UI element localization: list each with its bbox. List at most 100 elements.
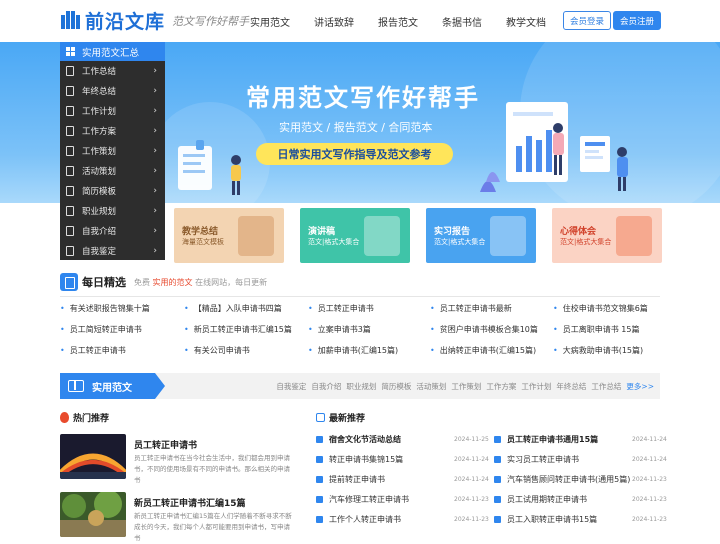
slogan: 范文写作好帮手 [172, 15, 249, 28]
list-item[interactable]: 员工简短转正申请书 [60, 324, 142, 335]
nav-item[interactable]: 讲话致辞 [314, 14, 354, 29]
new-icon [316, 413, 325, 422]
logo-bars-icon [60, 9, 82, 31]
date: 2024-11-23 [454, 496, 489, 503]
list-item[interactable]: 新员工转正申请书汇编15篇 [184, 324, 292, 335]
more-link[interactable]: 更多>> [626, 381, 654, 392]
banner-pill: 日常实用文写作指导及范文参考 [256, 143, 453, 165]
list-item[interactable]: 出纳转正申请书(汇编15篇) [430, 345, 536, 356]
document-icon [66, 246, 74, 256]
banner-title: 常用范文写作好帮手 [246, 84, 480, 112]
list-item[interactable]: 转正申请书集锦15篇 [316, 453, 403, 465]
list-item[interactable]: 员工试用期转正申请书 [494, 493, 587, 505]
main-nav: 实用范文 讲话致辞 报告范文 条据书信 教学文档 [250, 14, 570, 29]
list-item[interactable]: 大病救助申请书(15篇) [553, 345, 643, 356]
nav-item[interactable]: 教学文档 [506, 14, 546, 29]
section-tab[interactable]: 实用范文 [60, 373, 165, 399]
section-link[interactable]: 简历模板 [381, 381, 411, 392]
login-button[interactable]: 会员登录 [563, 11, 611, 30]
sidebar-item-label: 工作计划 [82, 107, 117, 117]
section-link[interactable]: 工作计划 [521, 381, 551, 392]
card-internship-report[interactable]: 实习报告 范文|格式大集合 [426, 208, 536, 263]
list-item[interactable]: 员工离职申请书 15篇 [553, 324, 640, 335]
section-link[interactable]: 职业规划 [346, 381, 376, 392]
register-button[interactable]: 会员注册 [613, 11, 661, 30]
chevron-right-icon: › [153, 146, 157, 156]
book-icon [68, 380, 84, 392]
sidebar-item[interactable]: 职业规划 › [60, 201, 165, 221]
word-icon [316, 455, 323, 463]
list-item[interactable]: 【精品】入队申请书四篇 [184, 303, 282, 314]
card-speech[interactable]: 演讲稿 范文|格式大集合 [300, 208, 410, 263]
list-item[interactable]: 员工转正申请书通用15篇 [494, 433, 598, 445]
thumbnail-image [60, 434, 126, 479]
card-title: 实习报告 [434, 227, 471, 237]
section-link[interactable]: 工作方案 [486, 381, 516, 392]
banner-subtitle: 实用范文 / 报告范文 / 合同范本 [279, 121, 433, 134]
sidebar-item[interactable]: 简历模板 › [60, 181, 165, 201]
top-header: 前沿文库 范文写作好帮手 实用范文 讲话致辞 报告范文 条据书信 教学文档 会员… [0, 0, 720, 42]
list-item[interactable]: 员工转正申请书 [60, 345, 126, 356]
section-link[interactable]: 年终总结 [556, 381, 586, 392]
date: 2024-11-23 [632, 516, 667, 523]
sidebar-item[interactable]: 工作策划 › [60, 141, 165, 161]
document-icon [66, 146, 74, 156]
list-item[interactable]: 员工转正申请书最新 [430, 303, 512, 314]
section-bar: 实用范文 自我鉴定 自我介绍 职业规划 简历模板 活动策划 工作策划 工作方案 … [60, 373, 660, 399]
hot-item[interactable]: 新员工转正申请书汇编15篇 新员工转正申请书汇编15篇在人们学随着不断寻求不断成… [60, 492, 300, 542]
sidebar-item[interactable]: 工作总结 › [60, 61, 165, 81]
chevron-right-icon: › [153, 126, 157, 136]
card-teaching-summary[interactable]: 教学总结 海量范文模板 [174, 208, 284, 263]
word-icon [494, 515, 501, 523]
date: 2024-11-24 [632, 436, 667, 443]
card-reflections[interactable]: 心得体会 范文|格式大集合 [552, 208, 662, 263]
category-sidebar: 实用范文汇总 工作总结 › 年终总结 › 工作计划 › 工作方案 › 工作策划 › 活动策… [60, 42, 165, 260]
daily-picks-header: 每日精选 免费 实用的范文 在线网站，每日更新 [60, 273, 267, 291]
fire-icon [60, 412, 69, 423]
notebook-icon [60, 273, 78, 291]
word-icon [316, 515, 323, 523]
list-item[interactable]: 提前转正申请书 [316, 473, 385, 485]
list-item[interactable]: 贫困户申请书模板合集10篇 [430, 324, 538, 335]
list-item[interactable]: 汽车销售顾问转正申请书(通用5篇) [494, 473, 630, 485]
sidebar-item[interactable]: 自我鉴定 › [60, 241, 165, 261]
microphone-icon [364, 216, 400, 256]
sidebar-item-label: 工作方案 [82, 127, 117, 137]
section-link[interactable]: 活动策划 [416, 381, 446, 392]
document-icon [66, 186, 74, 196]
list-item[interactable]: 实习员工转正申请书 [494, 453, 579, 465]
section-link[interactable]: 自我鉴定 [276, 381, 306, 392]
section-link[interactable]: 工作总结 [591, 381, 621, 392]
list-item[interactable]: 宿舍文化节活动总结 [316, 433, 401, 445]
sidebar-item[interactable]: 活动策划 › [60, 161, 165, 181]
chevron-right-icon: › [153, 226, 157, 236]
nav-item[interactable]: 报告范文 [378, 14, 418, 29]
list-item[interactable]: 员工转正申请书 [308, 303, 374, 314]
site-logo[interactable]: 前沿文库 [60, 7, 165, 33]
sidebar-item-label: 活动策划 [82, 167, 117, 177]
list-item[interactable]: 员工入职转正申请书15篇 [494, 513, 597, 525]
nav-item[interactable]: 实用范文 [250, 14, 290, 29]
list-item[interactable]: 汽车修理工转正申请书 [316, 493, 409, 505]
sidebar-item[interactable]: 工作方案 › [60, 121, 165, 141]
hot-item[interactable]: 员工转正申请书 员工转正申请书在当今社会生活中，我们都会用到申请书，不同的使用场… [60, 434, 300, 484]
sidebar-item[interactable]: 自我介绍 › [60, 221, 165, 241]
section-links: 自我鉴定 自我介绍 职业规划 简历模板 活动策划 工作策划 工作方案 工作计划 … [271, 381, 654, 392]
list-item[interactable]: 有关公司申请书 [184, 345, 250, 356]
list-item[interactable]: 住校申请书范文锦集6篇 [553, 303, 648, 314]
section-link[interactable]: 工作策划 [451, 381, 481, 392]
section-link[interactable]: 自我介绍 [311, 381, 341, 392]
list-item[interactable]: 加薪申请书(汇编15篇) [308, 345, 398, 356]
divider [60, 296, 660, 297]
sidebar-item[interactable]: 工作计划 › [60, 101, 165, 121]
document-icon [66, 126, 74, 136]
sidebar-item[interactable]: 年终总结 › [60, 81, 165, 101]
nav-item[interactable]: 条据书信 [442, 14, 482, 29]
list-item[interactable]: 工作个人转正申请书 [316, 513, 401, 525]
hot-item-desc: 员工转正申请书在当今社会生活中，我们都会用到申请书，不同的使用场景有不同的申请书… [134, 454, 290, 484]
list-item[interactable]: 有关述职报告锦集十篇 [60, 303, 150, 314]
date: 2024-11-23 [454, 516, 489, 523]
card-title: 教学总结 [182, 227, 219, 237]
word-icon [316, 475, 323, 483]
list-item[interactable]: 立案申请书3篇 [308, 324, 371, 335]
